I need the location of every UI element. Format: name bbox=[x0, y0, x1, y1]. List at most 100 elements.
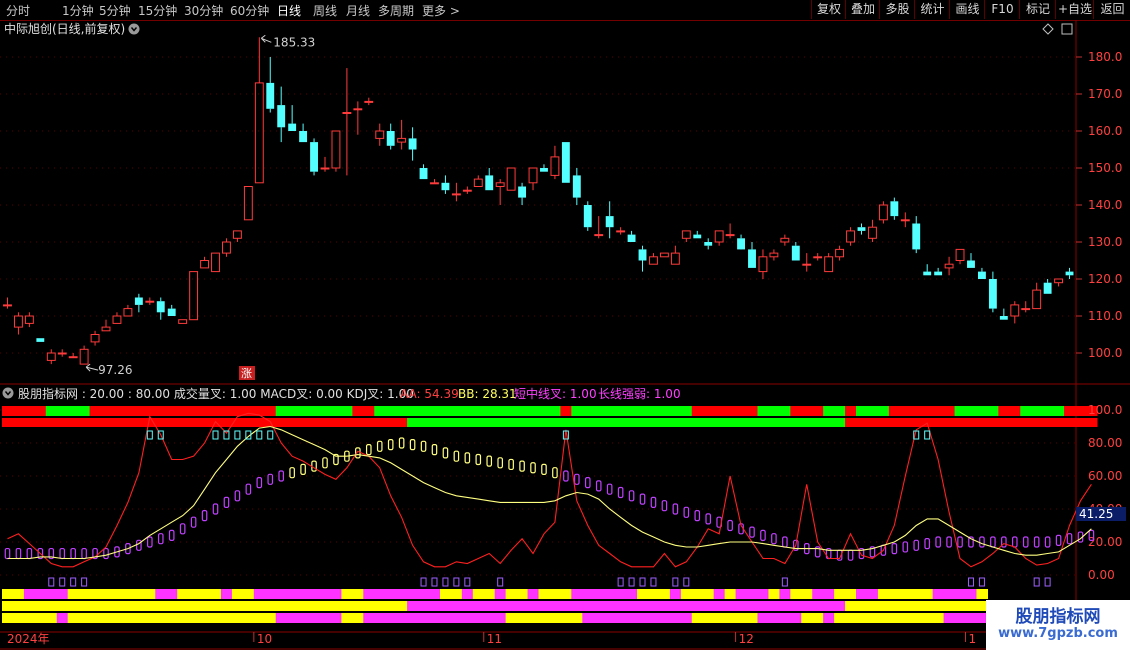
candle-body-62 bbox=[681, 230, 691, 239]
toolbar-button-5[interactable]: F10 bbox=[984, 0, 1020, 19]
period-tab-6[interactable]: 日线 bbox=[277, 2, 301, 19]
overbought-marker-21 bbox=[234, 430, 241, 440]
period-tab-1[interactable]: 1分钟 bbox=[62, 2, 94, 19]
candle-78 bbox=[857, 223, 866, 235]
title-dropdown-icon[interactable] bbox=[128, 23, 140, 35]
band0-cell-16 bbox=[177, 589, 189, 599]
collapse-icon[interactable] bbox=[1061, 23, 1073, 35]
band2-cell-77 bbox=[845, 613, 857, 623]
toolbar-button-4[interactable]: 画线 bbox=[949, 0, 985, 19]
price-tick-label-0: 180.0 bbox=[1088, 50, 1122, 64]
strip1-cell-36 bbox=[396, 406, 408, 416]
band1-cell-8 bbox=[89, 601, 102, 611]
band2-cell-54 bbox=[593, 613, 605, 623]
period-tab-9[interactable]: 多周期 bbox=[378, 2, 414, 19]
toolbar-button-7[interactable]: +自选 bbox=[1055, 0, 1094, 19]
band2-cell-16 bbox=[177, 613, 189, 623]
strip1-cell-87 bbox=[954, 406, 967, 416]
strip1-cell-59 bbox=[647, 406, 660, 416]
indicator-bar-19 bbox=[212, 503, 219, 515]
candle-body-68 bbox=[748, 249, 756, 268]
candle-body-24 bbox=[266, 82, 275, 109]
strip2-cell-53 bbox=[582, 418, 594, 427]
candle-body-3 bbox=[36, 338, 45, 342]
indicator-bar-17 bbox=[190, 516, 197, 528]
candle-body-8 bbox=[90, 334, 100, 343]
band0-cell-25 bbox=[275, 589, 288, 599]
period-tab-4[interactable]: 30分钟 bbox=[184, 2, 223, 19]
strip1-cell-53 bbox=[582, 406, 594, 416]
candle-45 bbox=[495, 179, 505, 205]
band2-cell-61 bbox=[669, 613, 682, 623]
strip1-cell-13 bbox=[144, 406, 156, 416]
strip1-cell-11 bbox=[122, 406, 134, 416]
band1-cell-15 bbox=[166, 601, 178, 611]
period-tab-0[interactable]: 分时 bbox=[6, 2, 30, 19]
period-tab-10[interactable]: 更多 > bbox=[422, 2, 460, 19]
toolbar-button-3[interactable]: 统计 bbox=[914, 0, 950, 19]
strip2-cell-60 bbox=[658, 418, 671, 427]
band0-cell-17 bbox=[188, 589, 200, 599]
band0-cell-89 bbox=[976, 589, 989, 599]
toolbar-button-6[interactable]: 标记 bbox=[1019, 0, 1056, 19]
toolbar-button-2[interactable]: 多股 bbox=[879, 0, 915, 19]
band0-cell-61 bbox=[669, 589, 682, 599]
strip1-cell-45 bbox=[494, 406, 507, 416]
toolbar-button-8[interactable]: 返回 bbox=[1093, 0, 1130, 19]
candle-body-97 bbox=[1065, 271, 1074, 276]
period-tab-7[interactable]: 周线 bbox=[313, 2, 337, 19]
band1-cell-30 bbox=[330, 601, 343, 611]
candle-body-11 bbox=[123, 308, 133, 317]
watermark: 股朋指标网 www.7gpzb.com bbox=[986, 600, 1130, 650]
strip1-cell-63 bbox=[691, 406, 704, 416]
candle-57 bbox=[627, 230, 636, 242]
band0-cell-43 bbox=[472, 589, 485, 599]
toolbar-button-0[interactable]: 复权 bbox=[811, 0, 846, 19]
strip2-cell-15 bbox=[166, 418, 178, 427]
band0-cell-71 bbox=[779, 589, 791, 599]
strip1-cell-49 bbox=[538, 406, 551, 416]
price-tick-label-4: 140.0 bbox=[1088, 198, 1122, 212]
strip1-cell-48 bbox=[527, 406, 540, 416]
strip1-cell-82 bbox=[899, 406, 912, 416]
candle-70 bbox=[769, 249, 779, 261]
band1-cell-52 bbox=[571, 601, 583, 611]
period-tab-2[interactable]: 5分钟 bbox=[99, 2, 131, 19]
period-tab-5[interactable]: 60分钟 bbox=[230, 2, 269, 19]
band0-cell-79 bbox=[866, 589, 879, 599]
candle-94 bbox=[1032, 282, 1042, 310]
band0-cell-18 bbox=[199, 589, 211, 599]
band2-cell-11 bbox=[122, 613, 134, 623]
indicator-bar-47 bbox=[519, 460, 525, 472]
band1-cell-55 bbox=[604, 601, 616, 611]
candle-35 bbox=[386, 123, 395, 150]
strip1-cell-2 bbox=[23, 406, 36, 416]
band2-cell-44 bbox=[483, 613, 496, 623]
band2-cell-31 bbox=[341, 613, 353, 623]
strip2-cell-80 bbox=[877, 418, 890, 427]
toolbar-button-1[interactable]: 叠加 bbox=[845, 0, 880, 19]
band2-cell-1 bbox=[12, 613, 25, 623]
diamond-icon[interactable] bbox=[1042, 23, 1054, 35]
strip2-cell-59 bbox=[647, 418, 660, 427]
stock-title[interactable]: 中际旭创(日线,前复权) bbox=[4, 21, 125, 36]
candle-21 bbox=[232, 230, 242, 242]
candle-51 bbox=[561, 142, 570, 183]
indicator-bar-38 bbox=[420, 440, 427, 452]
overbought-marker-13 bbox=[146, 430, 153, 440]
band2-cell-26 bbox=[286, 613, 299, 623]
strip2-cell-47 bbox=[516, 418, 529, 427]
band2-cell-64 bbox=[702, 613, 715, 623]
band2-cell-17 bbox=[188, 613, 200, 623]
indicator-bar-90 bbox=[990, 536, 996, 548]
period-tab-3[interactable]: 15分钟 bbox=[138, 2, 177, 19]
candle-body-96 bbox=[1054, 278, 1064, 284]
band1-cell-58 bbox=[637, 601, 649, 611]
period-tab-8[interactable]: 月线 bbox=[346, 2, 370, 19]
strip1-cell-94 bbox=[1031, 406, 1043, 416]
band1-cell-47 bbox=[516, 601, 529, 611]
candle-74 bbox=[813, 253, 823, 261]
band0-cell-80 bbox=[877, 589, 890, 599]
indicator-dropdown-icon[interactable] bbox=[2, 387, 14, 399]
band0-cell-50 bbox=[549, 589, 561, 599]
